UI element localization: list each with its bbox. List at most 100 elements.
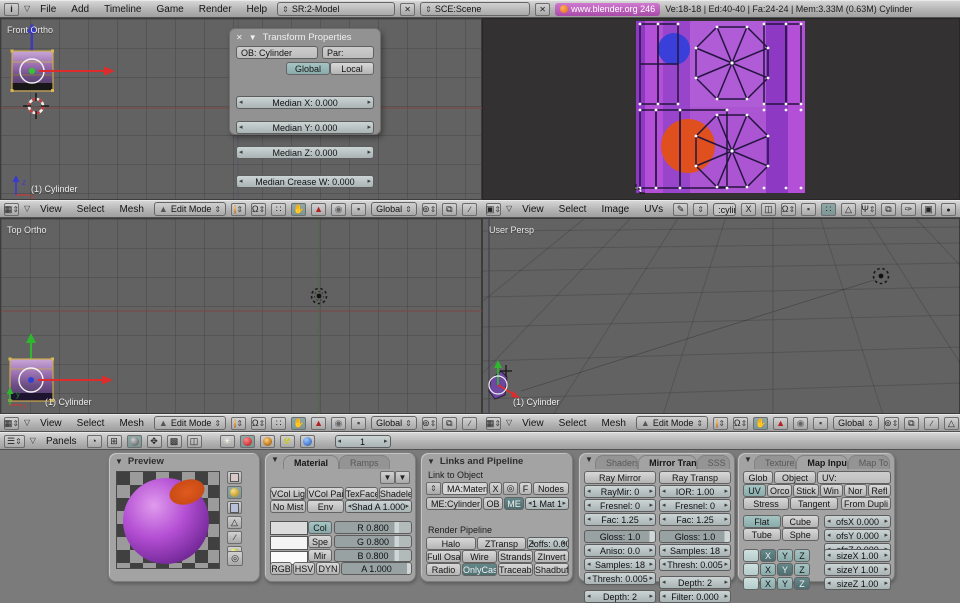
copy-material-button[interactable] [380,471,395,484]
ob-button[interactable]: OB [483,497,503,510]
lamp-object[interactable] [520,267,890,392]
thresh-field[interactable]: Thresh: 0.005 [659,558,731,571]
axis-z-button[interactable]: Z [794,563,810,576]
uv-button[interactable]: UV [743,484,767,497]
axis-x-button[interactable]: X [760,549,776,562]
nodes-button[interactable]: Nodes [533,482,569,495]
screen-selector[interactable]: SR:2-Model [277,2,396,16]
record-button[interactable] [941,202,956,216]
manipulator-z-dot[interactable] [28,377,34,383]
menu-collapse-icon[interactable] [24,204,30,214]
nor-button[interactable]: Nor [843,484,867,497]
sphe-button[interactable]: Sphe [781,528,819,541]
material-index-field[interactable]: 1 Mat 1 [525,497,569,510]
uv-select-mode-button[interactable] [801,202,816,216]
image-pack-button[interactable] [761,202,776,216]
ztransp-button[interactable]: ZTransp [476,537,527,550]
aniso-field[interactable]: Aniso: 0.0 [584,544,656,557]
stitch-button[interactable] [861,202,876,216]
manipulator-scale[interactable] [813,416,829,430]
menu-image[interactable]: Image [596,204,634,215]
samples-field[interactable]: Samples: 18 [584,558,656,571]
tube-button[interactable]: Tube [743,528,781,541]
axis-none-button[interactable] [743,549,759,562]
sizey-field[interactable]: sizeY 1.00 [824,563,891,576]
ob-name-field[interactable]: OB: Cylinder [236,46,318,59]
cylinder-object-user[interactable] [488,360,520,400]
collapse-icon[interactable] [271,455,279,465]
blender-version-badge[interactable]: www.blender.org 246 [555,2,661,16]
preview-cube-button[interactable] [227,501,242,514]
fresnel-field[interactable]: Fresnel: 0 [584,499,656,512]
image-browse-button[interactable] [693,202,709,216]
editor-type-button[interactable] [4,434,25,448]
snap-button[interactable] [271,202,287,216]
radio-button[interactable]: Radio [426,563,461,576]
col-button[interactable]: Col [308,521,332,534]
env-button[interactable]: Env [307,500,344,513]
texface-button[interactable]: TexFace [344,487,378,500]
axis-z-button[interactable]: Z [794,549,810,562]
menu-view[interactable]: View [35,418,67,429]
menu-mesh[interactable]: Mesh [596,418,630,429]
pivot-button[interactable] [251,416,267,430]
depth-field[interactable]: Depth: 2 [659,576,731,589]
spe-button[interactable]: Spe [308,535,332,548]
menu-game[interactable]: Game [152,4,189,15]
manipulator-translate[interactable] [311,202,327,216]
preview-panel[interactable]: Preview [108,452,260,582]
me-button[interactable]: ME [504,497,524,510]
tab-ramps[interactable]: Ramps [339,455,390,469]
manipulator-toggle[interactable] [291,416,307,430]
mode-selector[interactable]: Edit Mode [153,416,227,430]
ofsx-field[interactable]: ofsX 0.000 [824,515,891,528]
r-slider[interactable]: R 0.800 [334,521,412,534]
fac-field[interactable]: Fac: 1.25 [659,513,731,526]
fac-field[interactable]: Fac: 1.25 [584,513,656,526]
global-button[interactable]: Global [286,62,330,75]
transform-properties-panel[interactable]: Transform Properties OB: Cylinder Par: G… [229,28,381,188]
zinvert-button[interactable]: ZInvert [534,550,569,563]
frame-number-field[interactable]: 1 [334,434,391,448]
viewport-user[interactable]: User Persp (1) Cylinder [482,218,960,415]
scene-close-button[interactable] [535,2,551,16]
sizex-field[interactable]: sizeX 1.00 [824,549,891,562]
mode-selector[interactable]: Edit Mode [635,416,709,430]
menu-collapse-icon[interactable] [506,418,512,428]
tangent-button[interactable]: Tangent [790,497,838,510]
tab-map-input[interactable]: Map Input [796,455,848,469]
full-osa-button[interactable]: Full Osa [426,550,461,563]
tab-mirror-transp[interactable]: Mirror Transp [638,455,697,469]
tab-texture[interactable]: Texture [754,455,797,469]
samples-field[interactable]: Samples: 18 [659,544,731,557]
traceable-button[interactable]: Traceable [498,563,533,576]
texture-subcontext-button[interactable] [259,434,275,448]
uv-pivot-button[interactable] [781,202,796,216]
editing-context-button[interactable] [166,434,182,448]
ray-mirror-button[interactable]: Ray Mirror [584,471,656,484]
menu-mesh[interactable]: Mesh [114,418,148,429]
manipulator-rotate[interactable] [331,416,347,430]
mir-button[interactable]: Mir [308,549,332,562]
material-name-field[interactable]: MA:Material.001 [442,482,488,495]
occlusion-button[interactable] [943,416,959,430]
axis-x-button[interactable]: X [760,563,776,576]
manipulator-x-arrow[interactable] [102,375,113,385]
object-context-button[interactable] [146,434,162,448]
preview-refresh-button[interactable] [227,551,243,566]
menu-view[interactable]: View [517,418,549,429]
menu-view[interactable]: View [517,204,549,215]
menu-mesh[interactable]: Mesh [114,204,148,215]
halo-button[interactable]: Halo [426,537,476,550]
screen-close-button[interactable] [400,2,416,16]
draw-type-button[interactable] [713,416,729,430]
shad-a-field[interactable]: Shad A 1.000 [344,500,412,513]
fresnel-field[interactable]: Fresnel: 0 [659,499,731,512]
manipulator-rotate[interactable] [331,202,347,216]
panel-collapse-icon[interactable] [249,33,257,43]
scene-selector[interactable]: SCE:Scene [420,2,531,16]
copy-drawmode-button[interactable] [441,202,457,216]
axis-none-button[interactable] [743,577,759,590]
orientation-selector[interactable]: Global [833,416,879,430]
copy-button[interactable] [881,202,896,216]
